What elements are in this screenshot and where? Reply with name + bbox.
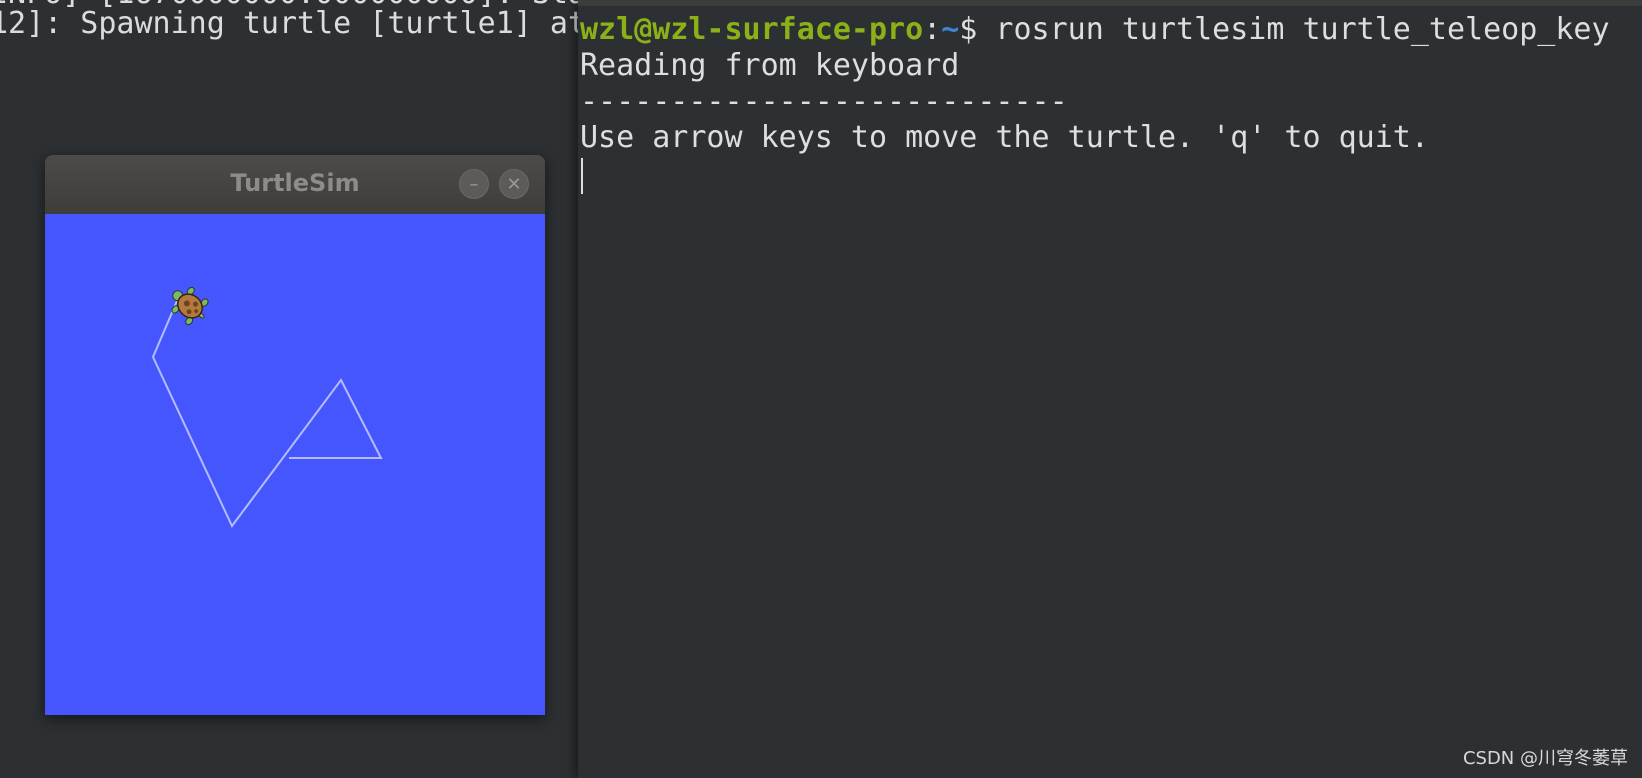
prompt-symbol: $: [959, 12, 996, 47]
output-line: ---------------------------: [580, 84, 1068, 119]
prompt-colon: :: [923, 12, 942, 47]
command-text: rosrun turtlesim turtle_teleop_key: [995, 12, 1610, 47]
text-cursor: [581, 158, 583, 194]
watermark: CSDN @川穹冬萎草: [1462, 748, 1628, 769]
close-button[interactable]: ✕: [499, 169, 529, 199]
turtlesim-window: TurtleSim – ✕: [45, 155, 545, 715]
turtlesim-canvas: [45, 214, 545, 715]
turtle-path: [151, 293, 383, 528]
output-line: Reading from keyboard: [580, 48, 960, 83]
command-line: wzl@wzl-surface-pro:~$ rosrun turtlesim …: [580, 12, 1610, 48]
prompt-user-host: wzl@wzl-surface-pro: [580, 12, 924, 47]
teleop-terminal[interactable]: wzl@wzl-surface-pro:~$ rosrun turtlesim …: [578, 0, 1642, 778]
turtle-icon: [171, 286, 209, 326]
prompt-path: ~: [941, 12, 960, 47]
minimize-button[interactable]: –: [459, 169, 489, 199]
output-line: Use arrow keys to move the turtle. 'q' t…: [580, 120, 1429, 155]
background-terminal-line: 12]: Spawning turtle [turtle1] at: [0, 6, 578, 41]
turtle-path-drawing: [151, 286, 383, 528]
window-titlebar[interactable]: TurtleSim – ✕: [45, 155, 545, 214]
